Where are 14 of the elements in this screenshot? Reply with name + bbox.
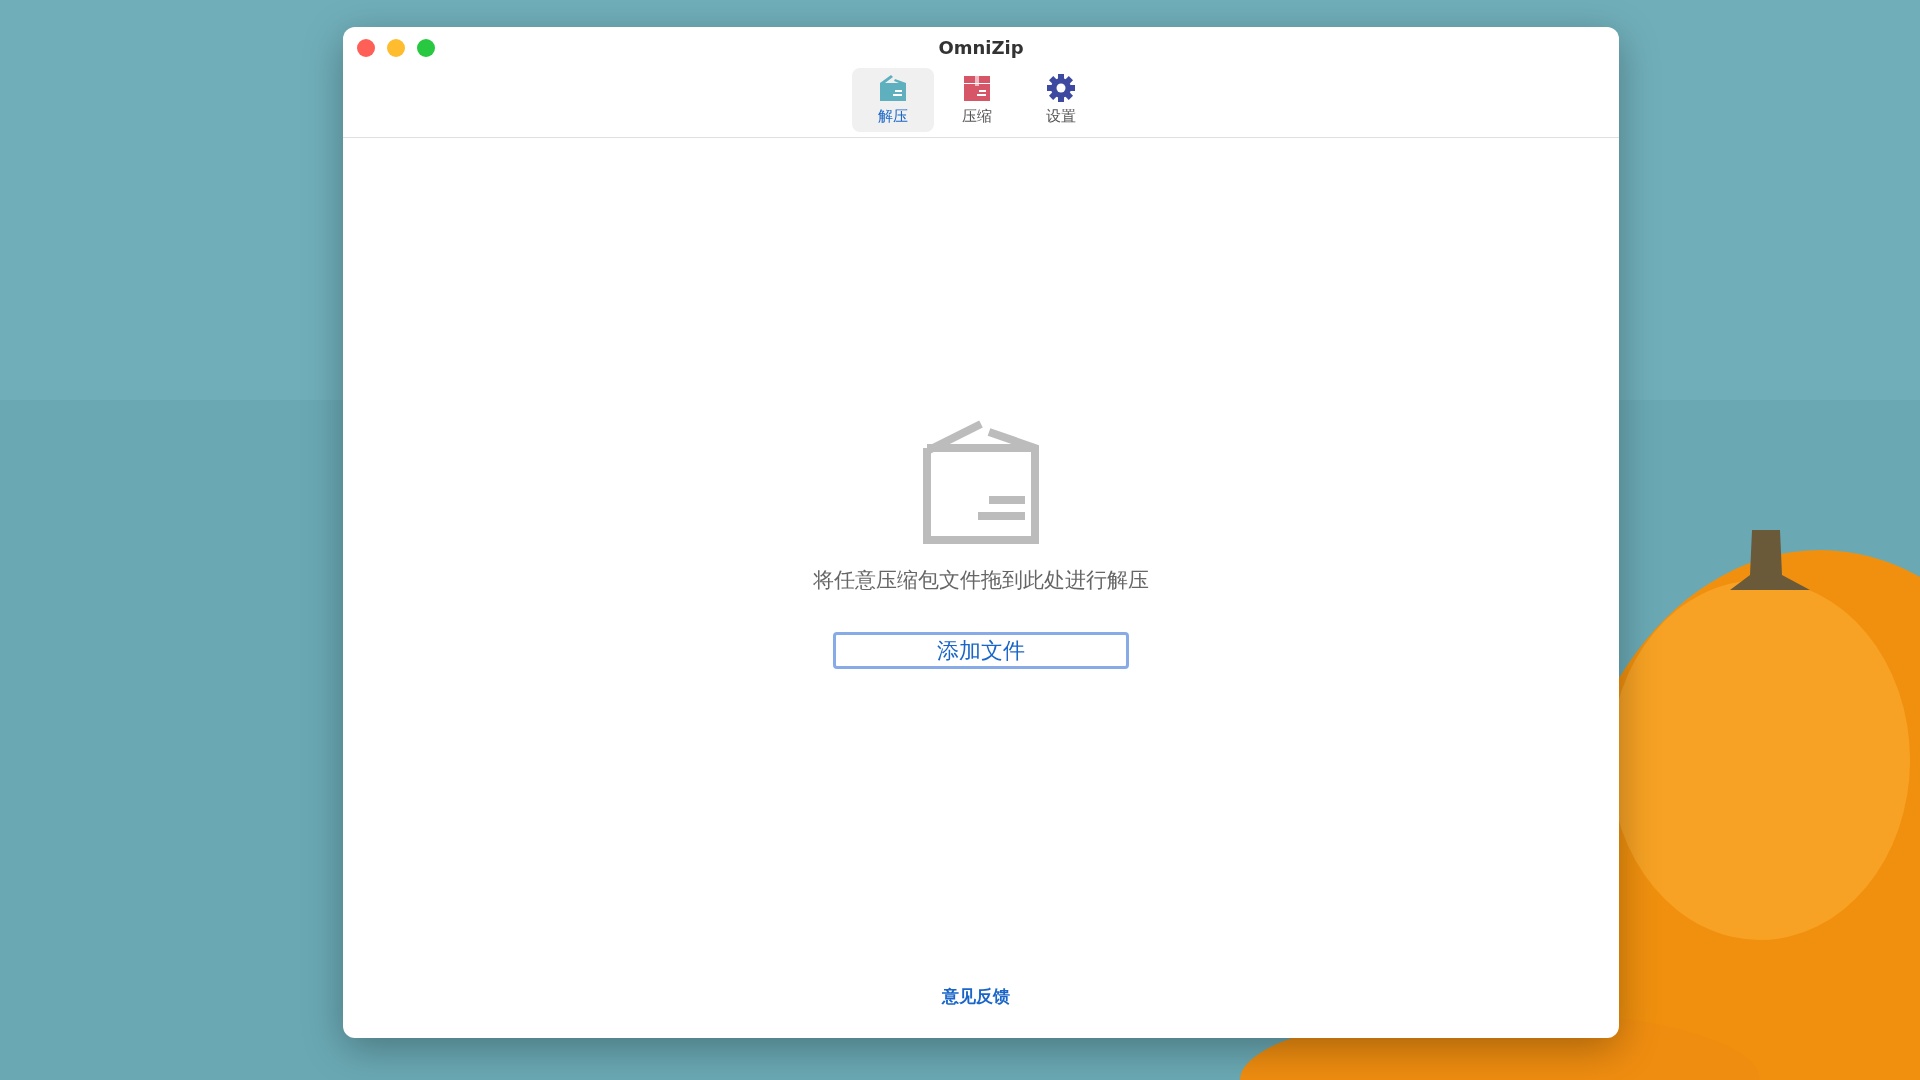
toolbar-tab[interactable]: 解压 — [852, 68, 934, 132]
window-title: OmniZip — [938, 37, 1024, 58]
drop-hint: 将任意压缩包文件拖到此处进行解压 — [813, 567, 1149, 594]
add-file-button[interactable]: 添加文件 — [833, 632, 1129, 669]
toolbar-tab[interactable]: 压缩 — [936, 68, 1018, 132]
zoom-button[interactable] — [417, 39, 435, 57]
minimize-button[interactable] — [387, 39, 405, 57]
gear-icon — [1045, 73, 1077, 103]
close-button[interactable] — [357, 39, 375, 57]
box-icon — [923, 420, 1039, 544]
box-icon — [877, 73, 909, 103]
feedback-link[interactable]: 意见反馈 — [942, 985, 1010, 1008]
box-icon — [961, 73, 993, 103]
toolbar-tab[interactable]: 设置 — [1020, 68, 1102, 132]
